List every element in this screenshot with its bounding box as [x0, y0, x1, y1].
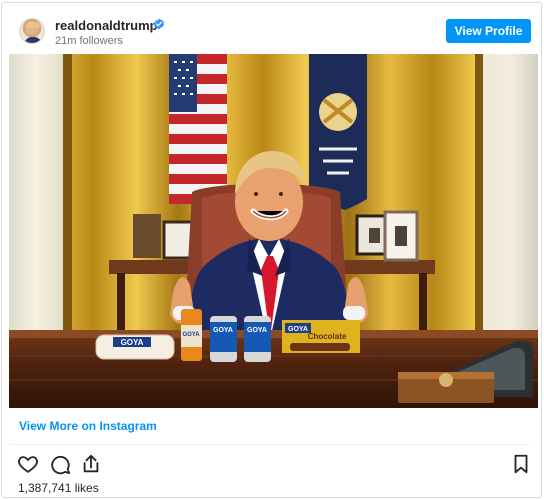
profile-username[interactable]: realdonaldtrump — [55, 18, 158, 33]
bookmark-icon[interactable] — [510, 453, 532, 475]
view-profile-button[interactable]: View Profile — [446, 19, 531, 43]
oval-office-photo: GOYA GOYA GOYA GOYA GOYA Chocolate — [9, 54, 538, 408]
svg-text:Chocolate: Chocolate — [308, 332, 347, 341]
verified-badge-icon — [153, 18, 165, 30]
instagram-embed-card: realdonaldtrump 21m followers View Profi… — [1, 2, 542, 498]
profile-avatar[interactable] — [19, 18, 45, 44]
svg-text:GOYA: GOYA — [247, 327, 267, 334]
svg-text:GOYA: GOYA — [182, 332, 200, 338]
share-icon[interactable] — [80, 453, 102, 475]
like-count: 1,387,741 likes — [18, 481, 99, 495]
post-header: realdonaldtrump 21m followers View Profi… — [2, 3, 541, 53]
footer-divider — [10, 444, 530, 445]
view-more-link[interactable]: View More on Instagram — [19, 419, 157, 433]
svg-text:GOYA: GOYA — [121, 338, 144, 347]
comment-icon[interactable] — [49, 453, 71, 475]
heart-icon[interactable] — [17, 453, 39, 475]
follower-count: 21m followers — [55, 35, 123, 47]
svg-text:GOYA: GOYA — [213, 327, 233, 334]
post-image[interactable]: GOYA GOYA GOYA GOYA GOYA Chocolate — [9, 54, 538, 408]
svg-text:GOYA: GOYA — [288, 326, 308, 333]
